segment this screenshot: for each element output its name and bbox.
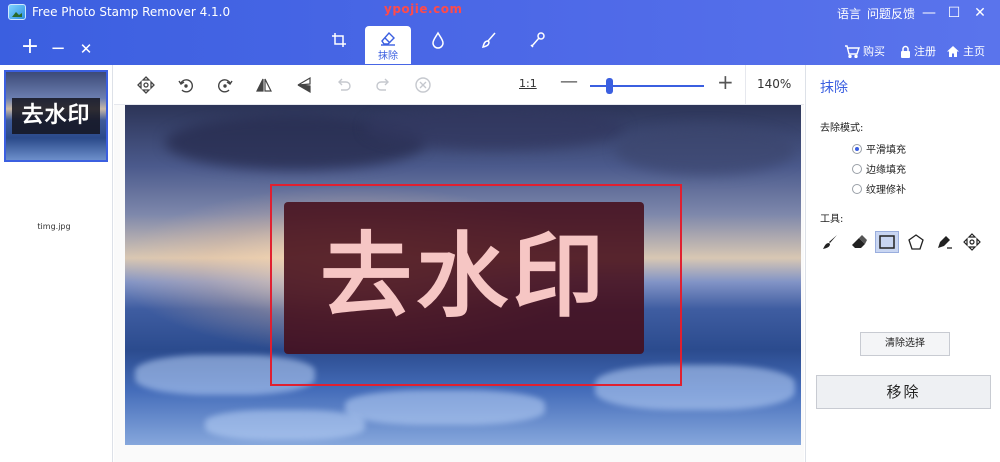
polygon-tool-button[interactable] [904,231,928,253]
close-file-button[interactable]: ✕ [76,40,96,58]
polygon-select-icon [908,234,924,250]
remove-button[interactable]: 移除 [816,375,991,409]
app-logo-icon [8,4,26,20]
rectangle-select-icon [879,235,895,249]
minimize-button[interactable]: — [920,4,938,22]
remove-file-button[interactable]: − [48,40,68,58]
panel-title: 抹除 [820,80,848,96]
eraser-tool-button[interactable] [847,231,871,253]
mode-label: 纹理修补 [866,185,906,196]
language-link[interactable]: 语言 [837,5,861,22]
thumbnail-watermark: 去水印 [12,98,100,134]
radio-indicator [852,164,862,174]
clone-stamp-icon [530,32,545,48]
mode-texture-repair-radio[interactable]: 纹理修补 [852,181,906,196]
tools-heading: 工具: [820,214,844,225]
lock-icon [901,45,910,58]
brush-icon [481,32,496,49]
tab-stamp[interactable] [515,27,561,63]
fit-view-button[interactable] [137,76,155,94]
undo-button[interactable] [335,76,353,94]
redo-button[interactable] [374,76,392,94]
tab-crop[interactable] [316,27,362,63]
image-cloud [615,125,795,175]
mode-edge-fill-radio[interactable]: 边缘填充 [852,161,906,176]
tab-erase-label: 抹除 [378,51,398,62]
tab-brush[interactable] [466,27,512,63]
zoom-out-button[interactable]: — [560,71,578,92]
mode-label: 平滑填充 [866,145,906,156]
add-file-button[interactable]: + [20,36,40,58]
image-foam [345,390,545,425]
brush-icon [823,235,837,249]
thumbnail-filename: timg.jpg [37,222,71,231]
close-window-button[interactable]: ✕ [971,4,989,22]
canvas-image[interactable]: 去水印 [125,105,801,445]
eraser-icon [381,31,395,46]
zoom-level: 140% [757,77,792,91]
toolbar-divider [745,65,746,105]
move-tool-button[interactable] [960,231,984,253]
edit-toolbar: 1:1 — + 140% [114,65,804,105]
selection-rectangle[interactable] [270,184,682,386]
maximize-button[interactable]: ☐ [945,4,963,22]
app-title: Free Photo Stamp Remover 4.1.0 [32,5,231,19]
rotate-right-button[interactable] [216,76,234,94]
brush-tool-button[interactable] [818,231,842,253]
undo-icon [338,78,351,91]
thumbnail-item[interactable]: 去水印 [4,70,108,162]
buy-link[interactable]: 购买 [844,43,885,59]
clear-selection-button[interactable]: 清除选择 [860,332,950,356]
move-icon [137,76,155,94]
home-icon [947,46,959,57]
rectangle-tool-button[interactable] [875,231,899,253]
actual-size-button[interactable]: 1:1 [519,77,537,90]
flip-horizontal-button[interactable] [255,76,273,94]
move-icon [963,233,981,251]
image-foam [205,410,365,440]
thumbnail-panel: 去水印 timg.jpg [0,65,113,462]
zoom-slider-handle[interactable] [605,78,613,94]
buy-label: 购买 [863,45,885,58]
flip-vertical-button[interactable] [295,76,313,94]
crop-icon [332,33,346,47]
title-bar: Free Photo Stamp Remover 4.1.0 ypojie.co… [0,0,1000,65]
rotate-left-icon [178,79,193,93]
rotate-right-icon [218,79,233,93]
mode-label: 边缘填充 [866,165,906,176]
erase-settings-panel: 抹除 去除模式: 平滑填充 边缘填充 纹理修补 工具: 清除选择 移除 [805,65,1000,462]
image-cloud [365,105,625,150]
cancel-icon [415,77,431,93]
eraser-icon [852,235,867,248]
radio-indicator [852,184,862,194]
feedback-link[interactable]: 问题反馈 [867,5,915,22]
radio-indicator [852,144,862,154]
tab-drop[interactable] [415,27,461,63]
home-label: 主页 [963,45,985,58]
pen-icon [938,236,952,249]
flip-horizontal-icon [256,78,272,92]
drop-icon [432,31,444,49]
redo-icon [376,78,389,91]
thumbnail-image: 去水印 [6,72,106,160]
canvas-area: 去水印 [114,105,804,462]
register-link[interactable]: 注册 [900,43,936,59]
cart-icon [845,45,860,59]
mode-smooth-fill-radio[interactable]: 平滑填充 [852,141,906,156]
tab-erase[interactable]: 抹除 [365,26,411,64]
cancel-button[interactable] [414,76,432,94]
rotate-left-button[interactable] [177,76,195,94]
zoom-in-button[interactable]: + [717,70,734,94]
pen-tool-button[interactable] [932,231,956,253]
removal-mode-heading: 去除模式: [820,123,864,134]
home-link[interactable]: 主页 [946,43,985,59]
flip-vertical-icon [297,76,311,94]
register-label: 注册 [914,45,936,58]
site-watermark-text: ypojie.com [384,2,463,16]
